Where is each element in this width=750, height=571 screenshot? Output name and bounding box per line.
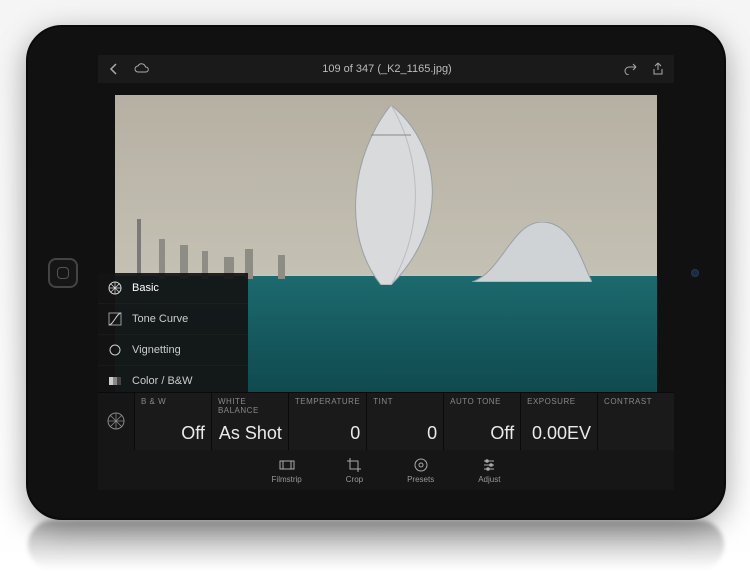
adjust-label: B & W bbox=[141, 397, 205, 406]
share-icon[interactable] bbox=[652, 62, 664, 76]
tool-label: Crop bbox=[346, 475, 363, 484]
building-wave bbox=[472, 222, 592, 282]
sidebar-item-label: Basic bbox=[132, 282, 159, 294]
tool-label: Adjust bbox=[478, 475, 500, 484]
sidebar-item-label: Vignetting bbox=[132, 344, 181, 356]
tablet-frame: 109 of 347 (_K2_1165.jpg) bbox=[26, 25, 726, 520]
adjustment-row: B & W Off WHITE BALANCE As Shot TEMPERAT… bbox=[98, 392, 674, 450]
adjust-label: CONTRAST bbox=[604, 397, 668, 406]
adjust-bw[interactable]: B & W Off bbox=[134, 393, 211, 450]
adjust-icon bbox=[481, 457, 497, 473]
tool-adjust[interactable]: Adjust bbox=[478, 457, 500, 484]
tool-crop[interactable]: Crop bbox=[346, 457, 363, 484]
curve-icon bbox=[108, 312, 122, 326]
adjust-white-balance[interactable]: WHITE BALANCE As Shot bbox=[211, 393, 288, 450]
home-button[interactable] bbox=[48, 258, 78, 288]
adjust-category-panel: Basic Tone Curve Vignetting Color / B&W … bbox=[98, 273, 248, 392]
aperture-icon bbox=[108, 281, 122, 295]
adjust-label: TINT bbox=[373, 397, 437, 406]
adjust-label: WHITE BALANCE bbox=[218, 397, 282, 415]
tool-label: Filmstrip bbox=[272, 475, 302, 484]
circle-icon bbox=[108, 343, 122, 357]
adjust-auto-tone[interactable]: AUTO TONE Off bbox=[443, 393, 520, 450]
adjust-value: 0 bbox=[295, 423, 360, 444]
adjust-exposure[interactable]: EXPOSURE 0.00EV bbox=[520, 393, 597, 450]
adjust-value: 0.00EV bbox=[527, 423, 591, 444]
app-screen: 109 of 347 (_K2_1165.jpg) bbox=[98, 55, 674, 490]
photo-canvas[interactable]: Basic Tone Curve Vignetting Color / B&W … bbox=[98, 83, 674, 392]
cloud-icon[interactable] bbox=[134, 63, 150, 75]
adjust-value: As Shot bbox=[218, 423, 282, 444]
page-title: 109 of 347 (_K2_1165.jpg) bbox=[150, 63, 624, 75]
sidebar-item-color-bw[interactable]: Color / B&W bbox=[98, 366, 248, 392]
adjust-value: Off bbox=[141, 423, 205, 444]
adjust-label: AUTO TONE bbox=[450, 397, 514, 406]
adjust-label: EXPOSURE bbox=[527, 397, 591, 406]
sidebar-item-label: Color / B&W bbox=[132, 375, 193, 387]
adjust-value: Off bbox=[450, 423, 514, 444]
presets-icon bbox=[413, 457, 429, 473]
building-sail bbox=[321, 105, 461, 285]
sidebar-item-basic[interactable]: Basic bbox=[98, 273, 248, 304]
adjust-label: TEMPERATURE bbox=[295, 397, 360, 406]
sidebar-item-vignetting[interactable]: Vignetting bbox=[98, 335, 248, 366]
undo-icon[interactable] bbox=[624, 63, 638, 75]
front-camera bbox=[691, 269, 699, 277]
adjust-value: 0 bbox=[373, 423, 437, 444]
sidebar-item-tone-curve[interactable]: Tone Curve bbox=[98, 304, 248, 335]
sidebar-item-label: Tone Curve bbox=[132, 313, 188, 325]
top-bar: 109 of 347 (_K2_1165.jpg) bbox=[98, 55, 674, 83]
crop-icon bbox=[346, 457, 362, 473]
adjust-tint[interactable]: TINT 0 bbox=[366, 393, 443, 450]
tool-presets[interactable]: Presets bbox=[407, 457, 434, 484]
tool-filmstrip[interactable]: Filmstrip bbox=[272, 457, 302, 484]
swatch-icon bbox=[108, 374, 122, 388]
aperture-button[interactable] bbox=[98, 393, 134, 450]
bottom-toolbar: Filmstrip Crop Presets Adjust bbox=[98, 450, 674, 490]
back-icon[interactable] bbox=[108, 63, 120, 75]
filmstrip-icon bbox=[279, 457, 295, 473]
adjust-temperature[interactable]: TEMPERATURE 0 bbox=[288, 393, 366, 450]
adjust-contrast[interactable]: CONTRAST bbox=[597, 393, 674, 450]
tool-label: Presets bbox=[407, 475, 434, 484]
